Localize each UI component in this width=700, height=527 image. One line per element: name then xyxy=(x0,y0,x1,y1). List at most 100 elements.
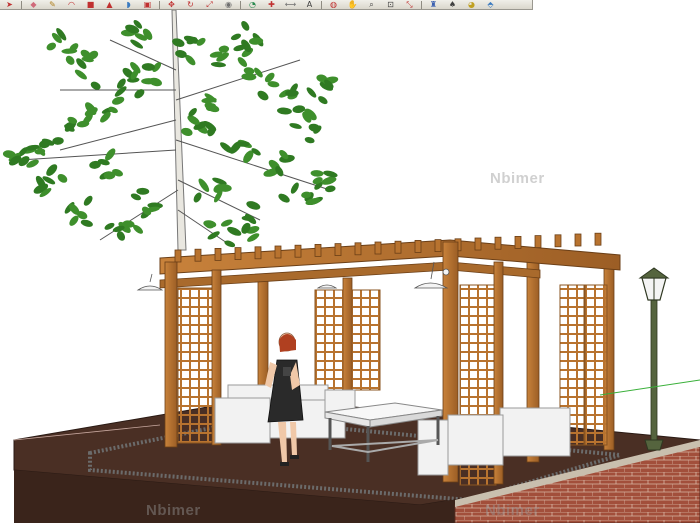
arc-tool-button[interactable]: ◠ xyxy=(62,0,81,9)
rafter xyxy=(234,247,242,261)
arc-icon: ◠ xyxy=(68,0,75,9)
scene-canvas[interactable] xyxy=(0,9,700,524)
leaf xyxy=(193,192,202,203)
leaf xyxy=(277,107,292,115)
eraser-tool-button[interactable]: ◆ xyxy=(24,0,43,9)
leaf xyxy=(57,173,68,183)
rafter xyxy=(354,242,362,256)
toolbar-separator xyxy=(321,0,322,9)
rafter xyxy=(554,234,562,248)
toolbar-separator xyxy=(240,0,241,9)
pan-tool-button[interactable]: ✋ xyxy=(343,0,362,9)
rafter xyxy=(514,235,522,249)
orbit-tool-button[interactable]: ◍ xyxy=(324,0,343,9)
leaf xyxy=(306,87,317,98)
rafter xyxy=(214,247,222,261)
offset-tool-button[interactable]: ▣ xyxy=(138,0,157,9)
leaf xyxy=(112,96,125,105)
protractor-icon: ◔ xyxy=(249,0,256,9)
look-around-tool-button[interactable]: ◕ xyxy=(462,0,481,9)
rafter xyxy=(374,241,382,255)
leaf xyxy=(325,185,336,193)
rafter xyxy=(314,243,322,257)
toolbar-separator xyxy=(421,0,422,9)
tape-measure-tool-button[interactable]: ◉ xyxy=(219,0,238,9)
leaf xyxy=(203,220,217,228)
green-axis-line xyxy=(599,379,700,396)
street-lamp xyxy=(638,267,670,451)
eraser-icon: ◆ xyxy=(30,0,37,9)
zoom-window-icon: ⊡ xyxy=(387,0,394,9)
leaf xyxy=(149,77,162,87)
scale-icon: ⤢ xyxy=(206,0,213,9)
leaf xyxy=(237,57,248,67)
section-plane-icon: ⬘ xyxy=(487,0,494,9)
leaf xyxy=(74,69,87,80)
watermark: Nbimer xyxy=(146,502,201,519)
zoom-extents-tool-button[interactable]: ⤡ xyxy=(400,0,419,9)
leaf xyxy=(181,127,193,136)
shape-icon: ■ xyxy=(86,0,95,9)
watermark: Nbimer xyxy=(485,502,540,519)
zoom-tool-button[interactable]: ⌕ xyxy=(362,0,381,9)
leaf xyxy=(198,178,210,192)
leaf xyxy=(278,193,290,203)
follow-me-icon: ◗ xyxy=(126,0,131,9)
shape-tool-button[interactable]: ■ xyxy=(81,0,100,9)
tree-foliage xyxy=(2,19,339,248)
rafter xyxy=(294,244,302,258)
rafter xyxy=(274,245,282,259)
rafter xyxy=(334,243,342,257)
leaf xyxy=(207,231,220,240)
move-icon: ✥ xyxy=(168,0,175,9)
rafter xyxy=(474,237,482,251)
select-arrow-tool-button[interactable]: ➤ xyxy=(0,0,19,9)
protractor-tool-button[interactable]: ◔ xyxy=(243,0,262,9)
follow-me-tool-button[interactable]: ◗ xyxy=(119,0,138,9)
leaf xyxy=(136,187,150,195)
rotate-icon: ↻ xyxy=(187,0,194,9)
select-arrow-icon: ➤ xyxy=(6,0,13,9)
rafter xyxy=(394,240,402,254)
leaf xyxy=(210,62,226,68)
orbit-icon: ◍ xyxy=(330,0,337,9)
toolbar-separator xyxy=(21,0,22,9)
walk-tool-button[interactable]: ♜ xyxy=(424,0,443,9)
leaf xyxy=(304,137,315,144)
zoom-extents-icon: ⤡ xyxy=(406,0,413,9)
leaf xyxy=(220,219,233,227)
leaf xyxy=(65,55,75,65)
text-tool-button[interactable]: A xyxy=(300,0,319,9)
pencil-icon: ✎ xyxy=(49,0,56,9)
viewport-3d[interactable]: Nbimer Nbimer Nbimer xyxy=(0,9,700,524)
toolbar: ➤ ◆ ✎ ◠ ■ ▲ ◗ ▣ ✥ ↻ ⤢ ◉ ◔ ✚ ⟷ A ◍ ✋ ⌕ ⊡ ⤡ ♜ ♠ ◕ ⬘ xyxy=(0,0,533,10)
offset-icon: ▣ xyxy=(143,0,152,9)
push-pull-tool-button[interactable]: ▲ xyxy=(100,0,119,9)
walk-icon: ♜ xyxy=(429,0,438,9)
leaf xyxy=(318,96,328,105)
zoom-window-tool-button[interactable]: ⊡ xyxy=(381,0,400,9)
scale-tool-button[interactable]: ⤢ xyxy=(200,0,219,9)
pan-icon: ✋ xyxy=(347,0,358,9)
pencil-tool-button[interactable]: ✎ xyxy=(43,0,62,9)
leaf xyxy=(230,33,242,41)
rafter xyxy=(434,239,442,253)
rafter xyxy=(414,239,422,253)
zoom-icon: ⌕ xyxy=(369,0,374,9)
position-camera-tool-button[interactable]: ♠ xyxy=(443,0,462,9)
rotate-tool-button[interactable]: ↻ xyxy=(181,0,200,9)
rafter xyxy=(254,246,262,260)
rafter xyxy=(174,249,182,263)
leaf xyxy=(290,182,299,194)
leaf xyxy=(227,226,242,236)
position-camera-icon: ♠ xyxy=(448,0,457,9)
leaf xyxy=(80,219,93,227)
section-plane-tool-button[interactable]: ⬘ xyxy=(481,0,500,9)
leaf xyxy=(310,170,324,177)
dimension-tool-button[interactable]: ⟷ xyxy=(281,0,300,9)
leaf xyxy=(134,89,145,99)
move-tool-button[interactable]: ✥ xyxy=(162,0,181,9)
axes-tool-button[interactable]: ✚ xyxy=(262,0,281,9)
leaf xyxy=(257,90,269,101)
look-around-icon: ◕ xyxy=(468,0,475,9)
